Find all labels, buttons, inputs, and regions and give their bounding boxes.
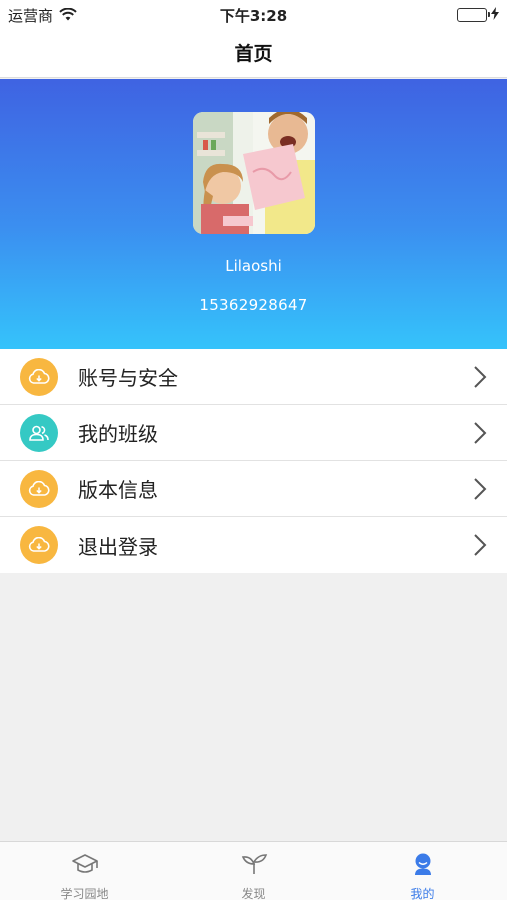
- phone-number: 15362928647: [199, 296, 308, 314]
- menu-item-account-security[interactable]: 账号与安全: [0, 349, 507, 405]
- chevron-right-icon: [473, 477, 487, 505]
- cloud-download-icon: [20, 526, 58, 564]
- chevron-right-icon: [473, 365, 487, 393]
- tab-learning-garden[interactable]: 学习园地: [0, 842, 169, 900]
- tab-bar: 学习园地 发现 我的: [0, 841, 507, 900]
- charging-bolt-icon: [491, 6, 499, 24]
- tab-label: 学习园地: [60, 887, 109, 900]
- battery-indicator: [457, 6, 499, 24]
- graduation-cap-icon: [71, 852, 99, 880]
- avatar-photo: [193, 112, 315, 234]
- cloud-download-icon: [20, 470, 58, 508]
- tab-label: 发现: [241, 887, 266, 900]
- profile-header: Lilaoshi 15362928647: [0, 79, 507, 349]
- chevron-right-icon: [473, 421, 487, 449]
- tab-discover[interactable]: 发现: [169, 842, 338, 900]
- menu-item-label: 账号与安全: [78, 366, 178, 390]
- page-title: 首页: [234, 43, 273, 65]
- avatar[interactable]: [193, 112, 315, 234]
- menu-item-version-info[interactable]: 版本信息: [0, 461, 507, 517]
- menu-item-my-class[interactable]: 我的班级: [0, 405, 507, 461]
- tab-label: 我的: [410, 887, 435, 900]
- username: Lilaoshi: [225, 257, 282, 275]
- settings-menu: 账号与安全 我的班级 版本信息 退出登录: [0, 349, 507, 573]
- tab-me[interactable]: 我的: [338, 842, 507, 900]
- chevron-right-icon: [473, 533, 487, 561]
- menu-item-label: 版本信息: [78, 478, 158, 502]
- battery-icon: [457, 8, 490, 22]
- clock: 下午3:28: [219, 7, 288, 25]
- status-bar: 运营商 下午3:28: [0, 0, 507, 28]
- cloud-download-icon: [20, 358, 58, 396]
- group-icon: [20, 414, 58, 452]
- menu-item-logout[interactable]: 退出登录: [0, 517, 507, 573]
- menu-item-label: 退出登录: [78, 534, 158, 559]
- sprout-icon: [239, 852, 269, 880]
- menu-item-label: 我的班级: [78, 422, 158, 446]
- navigation-bar: 首页: [0, 28, 507, 78]
- person-icon: [411, 852, 435, 880]
